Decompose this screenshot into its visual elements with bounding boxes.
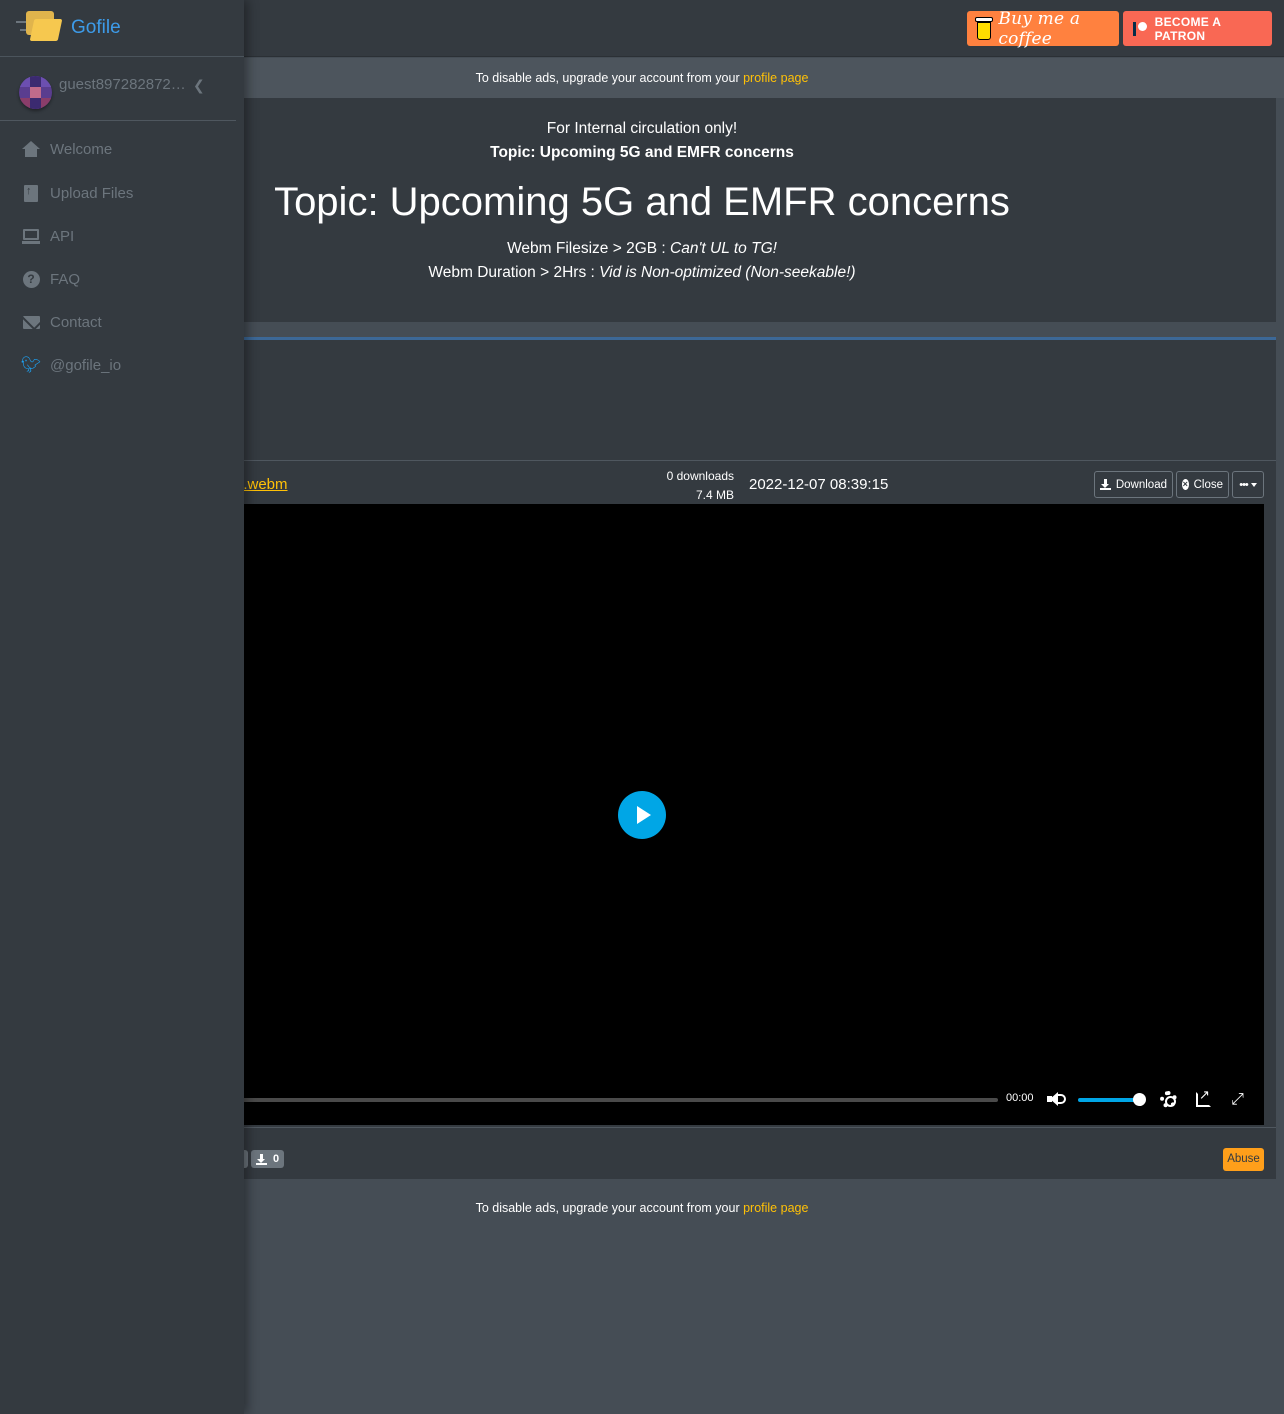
chevron-left-icon[interactable]: ❮ [193, 77, 205, 94]
gofile-logo-icon [16, 9, 63, 43]
duration-note: Webm Duration > 2Hrs : [428, 264, 600, 281]
sidebar-item-contact[interactable]: Contact [0, 302, 236, 342]
become-a-patron-button[interactable]: BECOME A PATRON [1123, 11, 1272, 46]
profile-page-link[interactable]: profile page [743, 71, 808, 85]
user-name: guest8972828727... [59, 76, 189, 93]
duration-note-italic: Vid is Non-optimized (Non-seekable!) [599, 264, 856, 281]
current-time: 00:00 [1006, 1092, 1034, 1104]
close-circle-icon: × [1182, 479, 1189, 490]
sidebar-item-api[interactable]: API [0, 216, 236, 256]
play-icon[interactable] [618, 791, 666, 839]
close-button[interactable]: × Close [1176, 471, 1229, 498]
profile-page-link[interactable]: profile page [743, 1201, 808, 1215]
question-circle-icon: ? [21, 269, 41, 289]
ads-notice-text: To disable ads, upgrade your account fro… [475, 1201, 740, 1215]
user-panel[interactable]: guest8972828727... ❮ [0, 58, 236, 121]
coffee-cup-icon [975, 16, 993, 41]
sidebar-item-label: Upload Files [50, 184, 134, 202]
file-meta: 0 downloads 7.4 MB [568, 467, 734, 505]
sidebar-item-twitter[interactable]: 🐦︎ @gofile_io [0, 345, 236, 385]
envelope-icon [21, 312, 41, 332]
total-downloads-badge: 0 [251, 1150, 285, 1168]
caret-down-icon [1250, 482, 1257, 487]
file-name-link[interactable]: l.webm [240, 476, 288, 493]
filesize-note: Webm Filesize > 2GB : [507, 240, 671, 257]
sidebar-item-faq[interactable]: ? FAQ [0, 259, 236, 299]
download-icon [1100, 479, 1111, 490]
filesize-note-italic: Can't UL to TG! [670, 240, 777, 257]
file-size: 7.4 MB [695, 488, 734, 502]
volume-slider[interactable] [1078, 1098, 1140, 1102]
twitter-icon: 🐦︎ [20, 357, 42, 374]
abuse-button[interactable]: Abuse [1223, 1148, 1264, 1171]
buy-me-a-coffee-label: Buy me a coffee [998, 8, 1081, 49]
picture-in-picture-icon[interactable] [1196, 1087, 1211, 1107]
file-upload-icon [21, 183, 41, 203]
download-count: 0 downloads [666, 469, 734, 483]
sidebar-item-label: @gofile_io [50, 356, 122, 374]
patreon-icon [1133, 21, 1147, 37]
brand-name: Gofile [71, 17, 121, 38]
upload-date: 2022-12-07 08:39:15 [749, 476, 889, 493]
sidebar: Gofile guest8972828727... ❮ Welcome Uplo… [0, 0, 244, 1414]
sidebar-item-upload-files[interactable]: Upload Files [0, 173, 236, 213]
close-label: Close [1193, 478, 1223, 491]
settings-gear-icon[interactable] [1160, 1091, 1177, 1108]
ads-notice-text: To disable ads, upgrade your account fro… [475, 71, 740, 85]
volume-slider-handle[interactable] [1133, 1093, 1146, 1106]
buy-me-a-coffee-button[interactable]: Buy me a coffee [967, 8, 1119, 49]
sidebar-item-label: FAQ [50, 270, 81, 288]
sidebar-item-label: Welcome [50, 140, 113, 158]
volume-icon[interactable] [1047, 1091, 1067, 1107]
laptop-code-icon [21, 226, 41, 246]
sidebar-item-welcome[interactable]: Welcome [0, 129, 236, 169]
ellipsis-icon: ••• [1239, 478, 1249, 491]
total-downloads-count: 0 [273, 1153, 280, 1165]
more-options-button[interactable]: ••• [1232, 471, 1264, 498]
sidebar-item-label: Contact [50, 313, 102, 331]
brand-link[interactable]: Gofile [0, 0, 244, 57]
avatar [19, 76, 52, 109]
become-a-patron-label: BECOME A PATRON [1154, 14, 1221, 43]
download-button[interactable]: Download [1094, 471, 1173, 498]
fullscreen-icon[interactable]: ⤢ [1229, 1091, 1246, 1108]
sidebar-item-label: API [50, 227, 75, 245]
download-icon [256, 1153, 267, 1165]
home-icon [21, 139, 41, 159]
download-label: Download [1115, 478, 1167, 491]
